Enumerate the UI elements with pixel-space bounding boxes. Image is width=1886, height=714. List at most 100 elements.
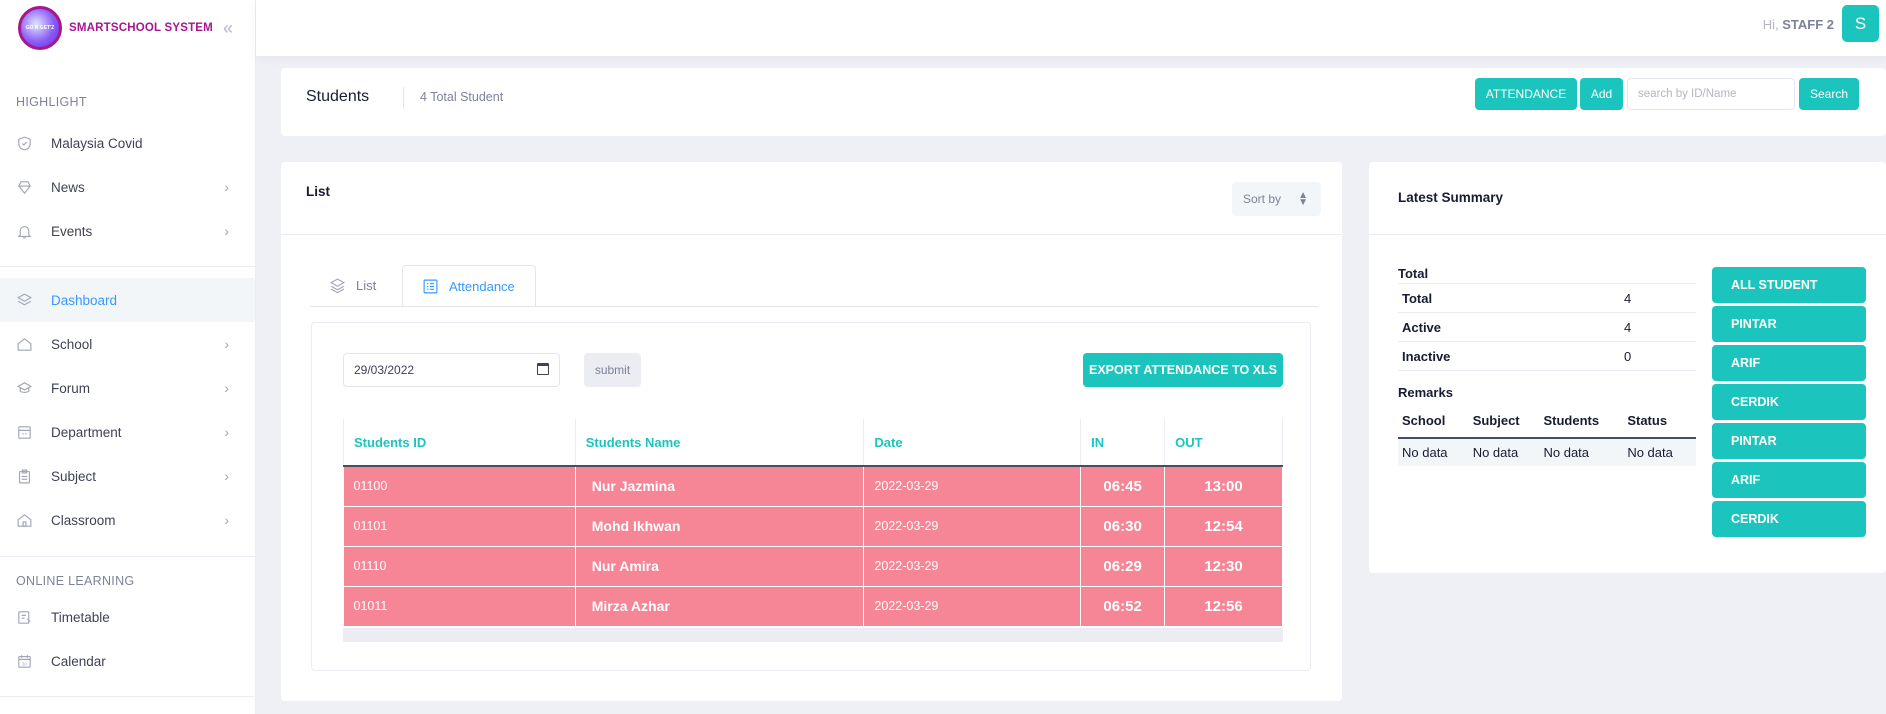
table-row[interactable]: 01101 Mohd Ikhwan 2022-03-29 06:30 12:54 (343, 506, 1283, 547)
chevron-right-icon: › (224, 380, 229, 396)
pintar-button[interactable]: PINTAR (1712, 423, 1866, 459)
sidebar-item-label: Malaysia Covid (51, 135, 143, 151)
table-row: No data No data No data No data (1398, 438, 1696, 466)
pintar-button[interactable]: PINTAR (1712, 306, 1866, 342)
subheader: Students 4 Total Student ATTENDANCE Add … (281, 68, 1886, 136)
tab-list[interactable]: List (329, 277, 376, 294)
tab-underline (310, 306, 1318, 307)
sidebar-item-classroom[interactable]: Classroom › (0, 498, 255, 542)
home-icon (16, 336, 33, 353)
brand[interactable]: GO N GET'Z SMARTSCHOOL SYSTEM « (0, 0, 255, 56)
export-xls-button[interactable]: EXPORT ATTENDANCE TO XLS (1083, 353, 1283, 387)
table-row[interactable]: 01011 Mirza Azhar 2022-03-29 06:52 12:56 (343, 586, 1283, 627)
horizontal-scrollbar[interactable] (343, 628, 1283, 642)
section-label-highlight: HIGHLIGHT (16, 95, 87, 109)
divider (281, 234, 1342, 235)
table-row[interactable]: 01110 Nur Amira 2022-03-29 06:29 12:30 (343, 546, 1283, 587)
chevron-right-icon: › (224, 512, 229, 528)
sidebar-item-malaysia-covid[interactable]: Malaysia Covid (0, 121, 255, 165)
cell-in: 06:30 (1080, 506, 1166, 547)
collapse-sidebar-icon[interactable]: « (223, 18, 233, 39)
col-header-students-name: Students Name (575, 419, 865, 467)
cell-date: 2022-03-29 (863, 586, 1082, 627)
sidebar-item-subject[interactable]: Subject › (0, 454, 255, 498)
chevron-right-icon: › (224, 468, 229, 484)
card-title: List (306, 184, 331, 199)
calendar-picker-icon[interactable] (537, 363, 549, 375)
cell-in: 06:52 (1080, 586, 1166, 627)
cell-student-id: 01011 (343, 586, 576, 627)
totals-table: Total 4 Active 4 Inactive 0 (1398, 283, 1696, 371)
sidebar-item-forum[interactable]: Forum › (0, 366, 255, 410)
attendance-table: Students ID Students Name Date IN OUT 01… (343, 419, 1283, 627)
cell-out: 12:30 (1164, 546, 1283, 587)
attendance-panel: 29/03/2022 submit EXPORT ATTENDANCE TO X… (311, 322, 1311, 671)
cell-out: 12:56 (1164, 586, 1283, 627)
divider (0, 266, 255, 267)
shield-icon (16, 135, 33, 152)
sidebar-item-label: Forum (51, 380, 91, 396)
user-greeting[interactable]: Hi, STAFF 2 (1763, 17, 1834, 32)
chevron-right-icon: › (224, 179, 229, 195)
sidebar-item-school[interactable]: School › (0, 322, 255, 366)
table-row: Total 4 (1398, 283, 1696, 313)
all-student-button[interactable]: ALL STUDENT (1712, 267, 1866, 303)
cell-date: 2022-03-29 (863, 506, 1082, 547)
sidebar-item-calendar[interactable]: 30 Calendar (0, 639, 255, 683)
logo: GO N GET'Z (18, 6, 62, 50)
cerdik-button[interactable]: CERDIK (1712, 501, 1866, 537)
table-row[interactable]: 01100 Nur Jazmina 2022-03-29 06:45 13:00 (343, 466, 1283, 507)
list-card: List Sort by ▲ ▼ List Attendance 29/03/20… (281, 162, 1342, 701)
chevron-right-icon: › (224, 336, 229, 352)
cell-student-name: Mirza Azhar (575, 586, 865, 627)
table-row: Active 4 (1398, 312, 1696, 342)
sidebar-item-events[interactable]: Events › (0, 209, 255, 253)
cell-in: 06:29 (1080, 546, 1166, 587)
sidebar-item-department[interactable]: Department › (0, 410, 255, 454)
divider (403, 87, 404, 109)
remarks-table: School Subject Students Status No data N… (1398, 404, 1696, 466)
cerdik-button[interactable]: CERDIK (1712, 384, 1866, 420)
sidebar-item-label: Timetable (51, 609, 110, 625)
chevron-right-icon: › (224, 424, 229, 440)
sidebar-item-dashboard[interactable]: Dashboard (0, 278, 255, 322)
user-name: STAFF 2 (1782, 17, 1834, 32)
cell-in: 06:45 (1080, 466, 1166, 507)
clipboard-icon (16, 468, 33, 485)
sidebar-item-label: School (51, 336, 93, 352)
divider (0, 556, 255, 557)
list-icon (423, 279, 438, 294)
arif-button[interactable]: ARIF (1712, 462, 1866, 498)
table-header-row: Students ID Students Name Date IN OUT (343, 419, 1283, 467)
divider (0, 696, 255, 697)
totals-heading: Total (1398, 266, 1429, 281)
sidebar-item-label: Dashboard (51, 292, 118, 308)
sidebar-item-label: Events (51, 223, 93, 239)
submit-button[interactable]: submit (584, 353, 641, 387)
cell-out: 13:00 (1164, 466, 1283, 507)
avatar[interactable]: S (1842, 5, 1879, 42)
attendance-button[interactable]: ATTENDANCE (1475, 78, 1577, 110)
col-header-students-id: Students ID (343, 419, 576, 467)
sidebar: GO N GET'Z SMARTSCHOOL SYSTEM « HIGHLIGH… (0, 0, 256, 714)
cell-date: 2022-03-29 (863, 466, 1082, 507)
student-count: 4 Total Student (420, 90, 504, 104)
sidebar-item-timetable[interactable]: Timetable (0, 595, 255, 639)
search-button[interactable]: Search (1799, 78, 1859, 110)
sort-by-button[interactable]: Sort by ▲ ▼ (1232, 182, 1321, 216)
date-input[interactable]: 29/03/2022 (343, 353, 560, 387)
bell-icon (16, 223, 33, 240)
tab-attendance[interactable]: Attendance (402, 265, 536, 307)
col-header-date: Date (863, 419, 1082, 467)
sidebar-item-label: Department (51, 424, 122, 440)
sidebar-item-label: Calendar (51, 653, 106, 669)
svg-text:30: 30 (22, 661, 27, 666)
table-header-row: School Subject Students Status (1398, 404, 1696, 439)
cell-date: 2022-03-29 (863, 546, 1082, 587)
add-button[interactable]: Add (1580, 78, 1623, 110)
arif-button[interactable]: ARIF (1712, 345, 1866, 381)
search-input[interactable]: search by ID/Name (1627, 78, 1795, 110)
sidebar-item-news[interactable]: News › (0, 165, 255, 209)
layers-icon (329, 278, 346, 294)
classroom-icon (16, 512, 33, 529)
